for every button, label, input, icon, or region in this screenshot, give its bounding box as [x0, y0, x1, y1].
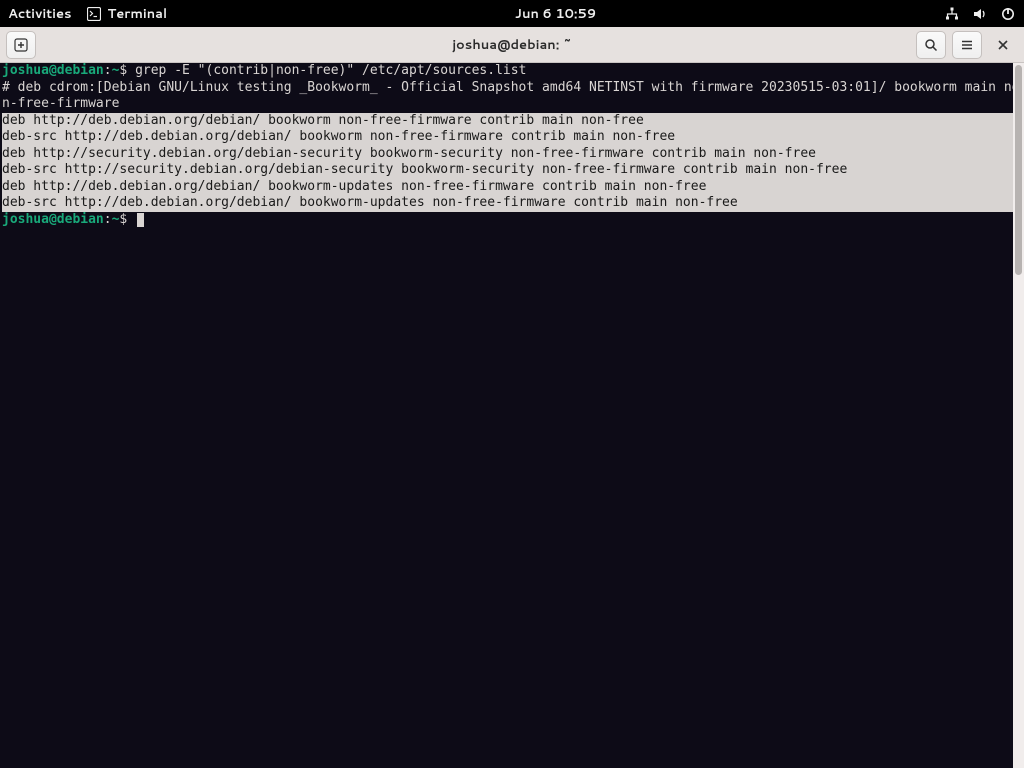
close-icon [997, 39, 1009, 51]
volume-icon [972, 6, 988, 22]
prompt-user-host: joshua@debian [2, 63, 104, 78]
focused-app-menu[interactable]: Terminal [86, 5, 168, 23]
focused-app-label: Terminal [108, 5, 168, 23]
clock[interactable]: Jun 6 10:59 [515, 5, 596, 23]
output-match-line: deb http://deb.debian.org/debian/ bookwo… [2, 113, 1024, 130]
power-icon [1000, 6, 1016, 22]
search-icon [924, 38, 938, 52]
output-comment-line: # deb cdrom:[Debian GNU/Linux testing _B… [2, 80, 1019, 112]
output-match-line: deb http://deb.debian.org/debian/ bookwo… [2, 179, 1024, 196]
system-status-area[interactable] [944, 6, 1016, 22]
terminal-app-icon [86, 6, 102, 22]
hamburger-icon [960, 38, 974, 52]
output-match-line: deb-src http://deb.debian.org/debian/ bo… [2, 195, 1024, 212]
hamburger-menu-button[interactable] [952, 31, 982, 59]
network-icon [944, 6, 960, 22]
search-button[interactable] [916, 31, 946, 59]
new-tab-icon [14, 38, 28, 52]
output-match-line: deb http://security.debian.org/debian-se… [2, 146, 1024, 163]
prompt-sigil: $ [119, 63, 135, 78]
window-titlebar: joshua@debian: ~ [0, 27, 1024, 63]
close-window-button[interactable] [988, 31, 1018, 59]
prompt-user-host: joshua@debian [2, 212, 104, 227]
entered-command: grep -E "(contrib|non-free)" /etc/apt/so… [135, 63, 526, 78]
prompt-sigil: $ [119, 212, 144, 227]
window-title: joshua@debian: ~ [0, 36, 1024, 54]
prompt-separator: : [104, 212, 112, 227]
output-match-line: deb-src http://security.debian.org/debia… [2, 162, 1024, 179]
scrollbar-thumb[interactable] [1015, 65, 1022, 275]
activities-button[interactable]: Activities [8, 5, 72, 23]
prompt-separator: : [104, 63, 112, 78]
terminal-scrollbar[interactable] [1013, 63, 1024, 768]
gnome-topbar: Activities Terminal Jun 6 10:59 [0, 0, 1024, 27]
output-match-line: deb-src http://deb.debian.org/debian/ bo… [2, 129, 1024, 146]
terminal-viewport[interactable]: joshua@debian:~$ grep -E "(contrib|non-f… [0, 63, 1024, 768]
new-tab-button[interactable] [6, 31, 36, 59]
